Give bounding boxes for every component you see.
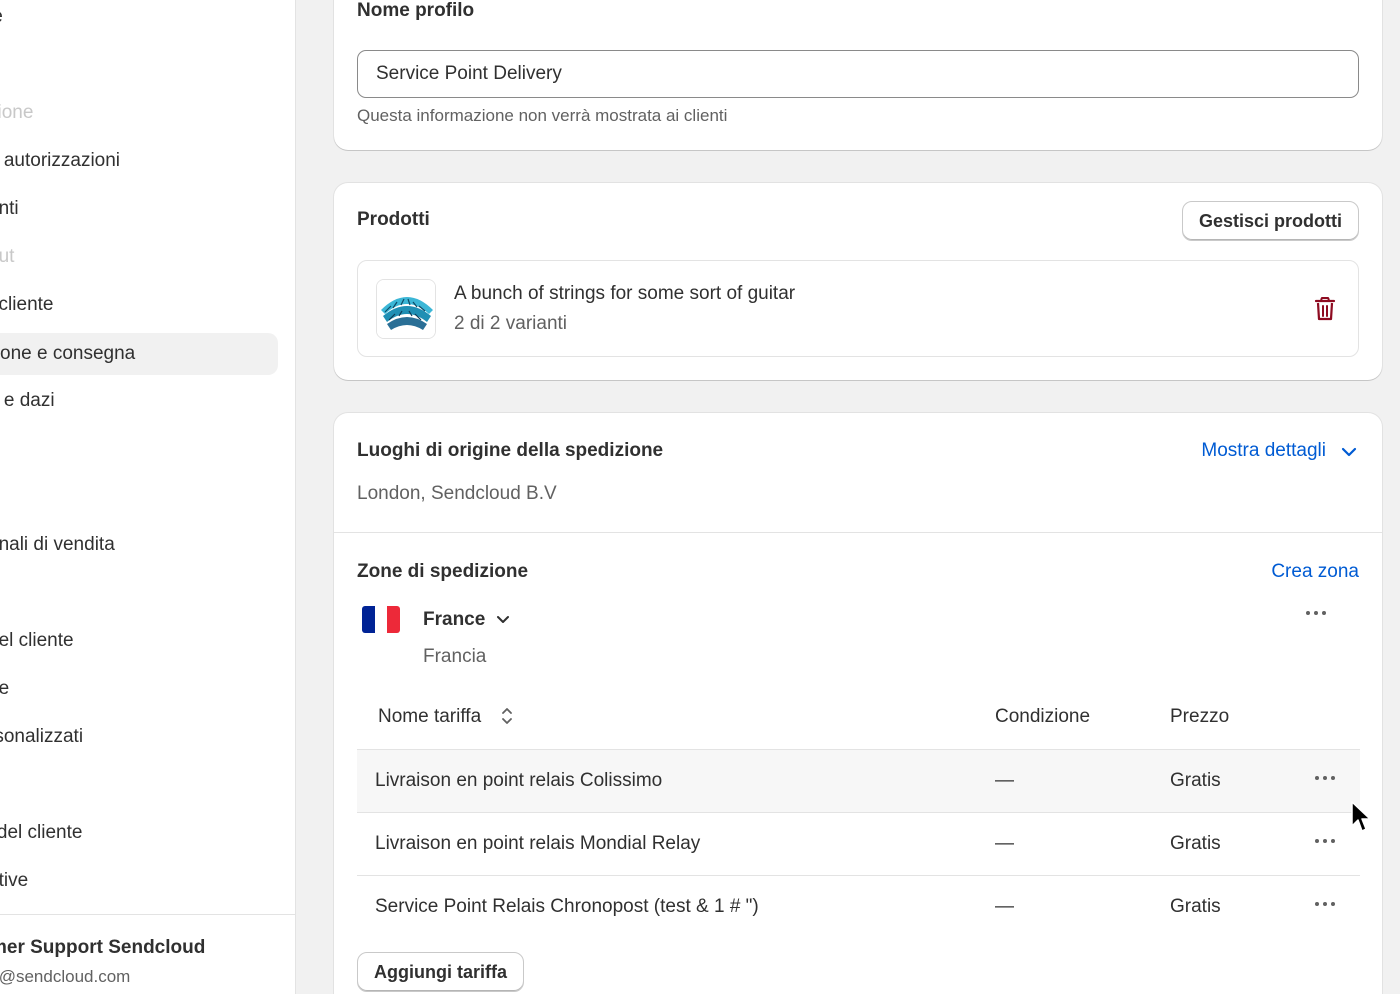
column-header-rate-name[interactable]: Nome tariffa xyxy=(378,706,481,728)
products-card: Prodotti Gestisci prodotti A bunch of st… xyxy=(334,183,1382,380)
sidebar-item-notifications[interactable]: ne xyxy=(0,668,9,710)
sort-icon[interactable] xyxy=(500,705,514,727)
rate-price: Gratis xyxy=(1170,833,1221,854)
product-item: A bunch of strings for some sort of guit… xyxy=(357,260,1359,357)
zone-more-actions-icon[interactable] xyxy=(1306,611,1330,617)
profile-name-label: Nome profilo xyxy=(357,0,475,21)
product-thumbnail[interactable] xyxy=(376,279,436,339)
sidebar-item-sales-channels[interactable]: anali di vendita xyxy=(0,524,115,566)
zones-title: Zone di spedizione xyxy=(357,561,529,582)
column-header-price: Prezzo xyxy=(1170,706,1230,727)
zone-country: Francia xyxy=(423,646,487,667)
mouse-cursor-icon xyxy=(1351,801,1371,832)
chevron-down-icon[interactable] xyxy=(1340,445,1358,459)
manage-products-button[interactable]: Gestisci prodotti xyxy=(1181,201,1359,241)
create-zone-link[interactable]: Crea zona xyxy=(1271,561,1359,583)
rate-condition: — xyxy=(995,770,1014,791)
rate-name: Livraison en point relais Colissimo xyxy=(375,770,663,791)
user-email: t@sendcloud.com xyxy=(0,967,131,986)
sidebar-item-billing[interactable]: zione xyxy=(0,92,33,134)
zone-name-dropdown[interactable]: France xyxy=(423,609,485,631)
sidebar-user-account[interactable]: mer Support Sendcloud t@sendcloud.com xyxy=(0,914,295,994)
sidebar-item-policies[interactable]: ative xyxy=(0,860,28,902)
rate-condition: — xyxy=(995,833,1014,854)
france-flag-icon xyxy=(362,606,400,633)
delete-trash-icon[interactable] xyxy=(1314,297,1336,321)
table-row[interactable]: Livraison en point relais Mondial Relay … xyxy=(357,812,1360,875)
rate-price: Gratis xyxy=(1170,896,1221,917)
sidebar-item-customer-accounts[interactable]: t cliente xyxy=(0,284,53,326)
rate-more-actions-icon[interactable] xyxy=(1315,839,1339,845)
rate-more-actions-icon[interactable] xyxy=(1315,902,1339,908)
profile-name-card: Nome profilo Service Point Delivery Ques… xyxy=(334,0,1382,150)
rate-name: Livraison en point relais Mondial Relay xyxy=(375,833,701,854)
origin-location: London, Sendcloud B.V xyxy=(357,483,557,504)
rate-name: Service Point Relais Chronopost (test & … xyxy=(375,896,759,917)
sidebar-item-shipping-delivery[interactable]: one e consegna xyxy=(0,333,278,375)
profile-name-help-text: Questa informazione non verrà mostrata a… xyxy=(357,106,728,125)
sidebar-item-checkout[interactable]: out xyxy=(0,236,14,278)
sidebar-item-customer-events[interactable]: del cliente xyxy=(0,620,74,662)
rate-condition: — xyxy=(995,896,1014,917)
sidebar-item-customer-privacy[interactable]: ' del cliente xyxy=(0,812,82,854)
product-variants: 2 di 2 varianti xyxy=(454,313,568,334)
product-name[interactable]: A bunch of strings for some sort of guit… xyxy=(454,283,795,305)
column-header-condition: Condizione xyxy=(995,706,1091,727)
rate-price: Gratis xyxy=(1170,770,1221,791)
shipping-zones-card: Luoghi di origine della spedizione Mostr… xyxy=(334,413,1382,994)
table-row[interactable]: Livraison en point relais Colissimo — Gr… xyxy=(357,749,1360,812)
sidebar-item-custom-data[interactable]: rsonalizzati xyxy=(0,716,83,758)
add-rate-button[interactable]: Aggiungi tariffa xyxy=(357,952,524,992)
guitar-strings-image xyxy=(377,280,435,338)
settings-sidebar: le zione e autorizzazioni enti out t cli… xyxy=(0,0,296,994)
user-name: mer Support Sendcloud xyxy=(0,937,206,958)
chevron-down-icon[interactable] xyxy=(495,613,511,627)
profile-name-input[interactable]: Service Point Delivery xyxy=(357,50,1359,98)
show-details-link[interactable]: Mostra dettagli xyxy=(1201,440,1326,462)
sidebar-item-general[interactable]: le xyxy=(0,0,3,38)
sidebar-item-taxes-duties[interactable]: e e dazi xyxy=(0,380,55,422)
origins-title: Luoghi di origine della spedizione xyxy=(357,440,664,461)
table-row[interactable]: Service Point Relais Chronopost (test & … xyxy=(357,875,1360,938)
section-divider xyxy=(334,532,1382,533)
rate-more-actions-icon[interactable] xyxy=(1315,776,1339,782)
sidebar-item-payments[interactable]: enti xyxy=(0,188,19,230)
products-title: Prodotti xyxy=(357,209,430,230)
sidebar-item-users-permissions[interactable]: e autorizzazioni xyxy=(0,140,120,182)
